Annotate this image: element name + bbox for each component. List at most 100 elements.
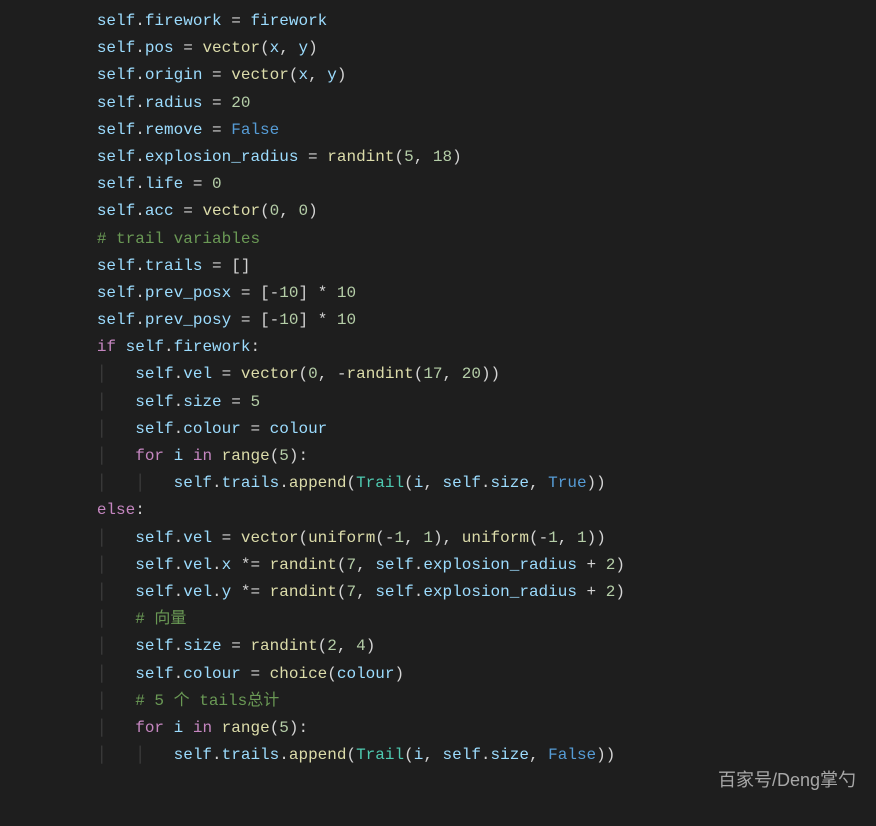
code-line[interactable]: self.life = 0: [20, 171, 876, 198]
token-comment: # trail variables: [97, 230, 260, 248]
token-attr: pos: [145, 39, 174, 57]
token-class: Trail: [356, 474, 404, 492]
code-line[interactable]: │ self.size = randint(2, 4): [20, 633, 876, 660]
token-op: [183, 447, 193, 465]
token-comment: # 向量: [135, 610, 186, 628]
token-op: =: [174, 39, 203, 57]
code-line[interactable]: │ self.colour = choice(colour): [20, 661, 876, 688]
indent-guide: │: [97, 420, 135, 438]
token-self: self: [97, 175, 135, 193]
token-attr: colour: [183, 420, 241, 438]
code-line[interactable]: self.explosion_radius = randint(5, 18): [20, 144, 876, 171]
code-line[interactable]: │ self.vel = vector(0, -randint(17, 20)): [20, 361, 876, 388]
token-self: self: [97, 284, 135, 302]
token-paren: ): [289, 447, 299, 465]
token-attr: y: [222, 583, 232, 601]
token-punc: .: [212, 556, 222, 574]
code-line[interactable]: # trail variables: [20, 226, 876, 253]
token-num: 0: [298, 202, 308, 220]
token-punc: :: [135, 501, 145, 519]
indent-guide: │: [97, 474, 135, 492]
token-paren: (: [337, 583, 347, 601]
code-line[interactable]: self.pos = vector(x, y): [20, 35, 876, 62]
token-num: 2: [327, 637, 337, 655]
token-num: 1: [577, 529, 587, 547]
token-op: [183, 719, 193, 737]
token-num: 0: [308, 365, 318, 383]
token-paren: (: [327, 665, 337, 683]
token-func: append: [289, 746, 347, 764]
token-num: 7: [347, 583, 357, 601]
token-punc: .: [135, 148, 145, 166]
code-line[interactable]: │ # 向量: [20, 606, 876, 633]
token-paren: (: [270, 447, 280, 465]
code-line[interactable]: if self.firework:: [20, 334, 876, 361]
code-line[interactable]: else:: [20, 497, 876, 524]
token-attr: size: [491, 474, 529, 492]
token-func: randint: [327, 148, 394, 166]
token-num: 5: [279, 719, 289, 737]
token-self: self: [135, 583, 173, 601]
code-line[interactable]: self.remove = False: [20, 117, 876, 144]
token-op: *=: [231, 556, 269, 574]
code-line[interactable]: │ │ self.trails.append(Trail(i, self.siz…: [20, 470, 876, 497]
code-line[interactable]: │ for i in range(5):: [20, 443, 876, 470]
code-line[interactable]: self.firework = firework: [20, 8, 876, 35]
code-line[interactable]: self.acc = vector(0, 0): [20, 198, 876, 225]
token-punc: ,: [318, 365, 337, 383]
token-paren: ): [433, 529, 443, 547]
token-punc: .: [414, 583, 424, 601]
token-op: =: [212, 529, 241, 547]
token-punc: ,: [529, 746, 548, 764]
token-punc: ,: [529, 474, 548, 492]
code-line[interactable]: self.prev_posy = [-10] * 10: [20, 307, 876, 334]
token-var: i: [174, 447, 184, 465]
token-num: 20: [462, 365, 481, 383]
token-num: 1: [423, 529, 433, 547]
token-punc: ,: [423, 474, 442, 492]
code-line[interactable]: │ │ self.trails.append(Trail(i, self.siz…: [20, 742, 876, 769]
token-paren: (: [318, 637, 328, 655]
token-punc: .: [164, 338, 174, 356]
token-kw: else: [97, 501, 135, 519]
code-line[interactable]: │ self.vel.x *= randint(7, self.explosio…: [20, 552, 876, 579]
token-var: y: [298, 39, 308, 57]
token-punc: .: [481, 474, 491, 492]
code-editor[interactable]: self.firework = firework self.pos = vect…: [0, 0, 876, 777]
token-attr: size: [183, 637, 221, 655]
token-paren: )): [596, 746, 615, 764]
code-line[interactable]: │ self.colour = colour: [20, 416, 876, 443]
token-self: self: [97, 121, 135, 139]
code-line[interactable]: self.trails = []: [20, 253, 876, 280]
token-op: =: [241, 665, 270, 683]
token-func: randint: [270, 583, 337, 601]
code-line[interactable]: │ for i in range(5):: [20, 715, 876, 742]
token-self: self: [174, 474, 212, 492]
token-paren: ): [366, 637, 376, 655]
token-punc: .: [135, 202, 145, 220]
token-kwblue: False: [231, 121, 279, 139]
token-kwblue: False: [548, 746, 596, 764]
token-paren: ): [308, 39, 318, 57]
token-op: -: [385, 529, 395, 547]
token-num: 10: [279, 311, 298, 329]
token-paren: (: [404, 746, 414, 764]
code-line[interactable]: self.origin = vector(x, y): [20, 62, 876, 89]
code-line[interactable]: │ self.size = 5: [20, 389, 876, 416]
token-bracket: ]: [298, 311, 308, 329]
code-line[interactable]: │ self.vel = vector(uniform(-1, 1), unif…: [20, 525, 876, 552]
code-line[interactable]: self.radius = 20: [20, 90, 876, 117]
indent-guide: │: [97, 583, 135, 601]
token-punc: .: [135, 175, 145, 193]
code-line[interactable]: │ self.vel.y *= randint(7, self.explosio…: [20, 579, 876, 606]
token-num: 0: [270, 202, 280, 220]
token-self: self: [97, 66, 135, 84]
token-op: =: [212, 365, 241, 383]
token-num: 18: [433, 148, 452, 166]
token-op: =: [222, 393, 251, 411]
code-line[interactable]: │ # 5 个 tails总计: [20, 688, 876, 715]
token-op: [164, 719, 174, 737]
token-attr: explosion_radius: [145, 148, 299, 166]
token-attr: size: [491, 746, 529, 764]
code-line[interactable]: self.prev_posx = [-10] * 10: [20, 280, 876, 307]
